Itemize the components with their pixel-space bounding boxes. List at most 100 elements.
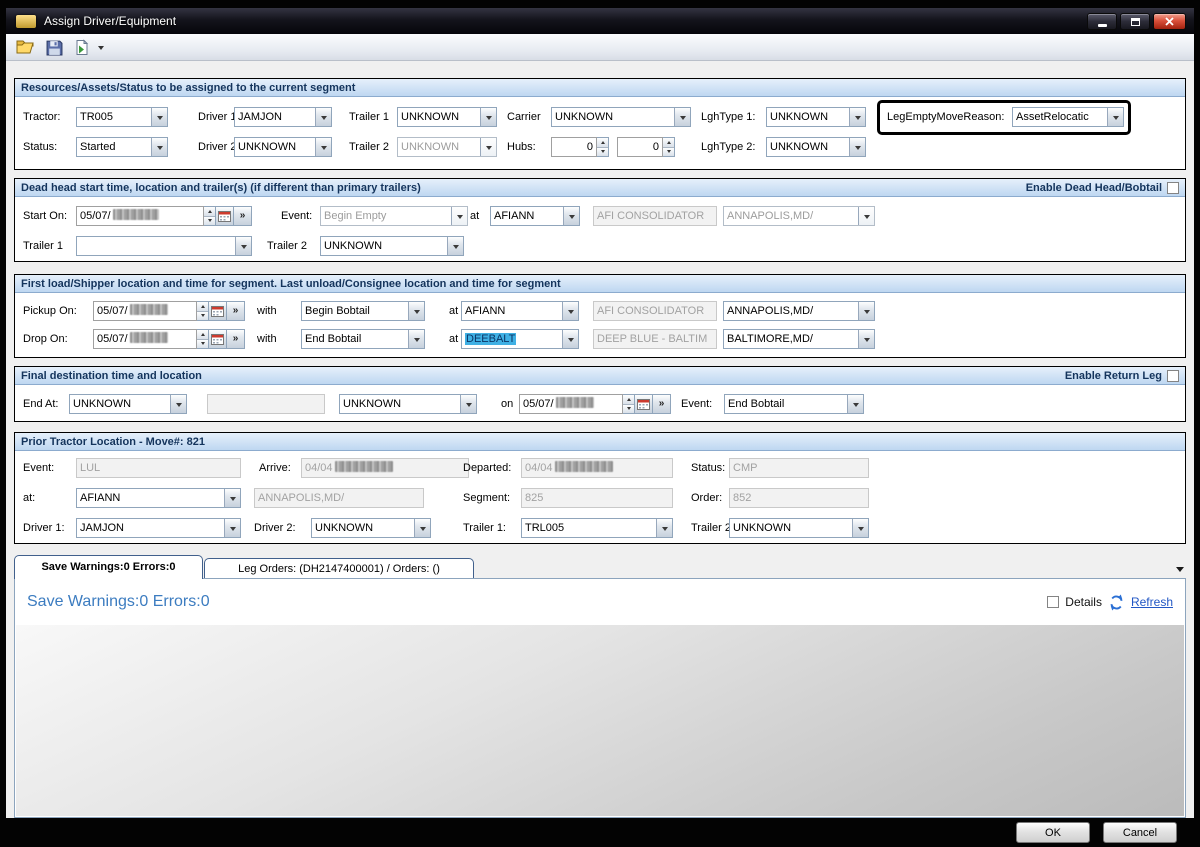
calendar-button[interactable] [209,329,227,349]
tab-save-warnings[interactable]: Save Warnings:0 Errors:0 [14,555,203,579]
hubs2-spinner[interactable]: 0 [617,137,675,157]
prior-trailer1-combo[interactable]: TRL005 [521,518,673,538]
carrier-combo[interactable]: UNKNOWN [551,107,691,127]
pickup-event-combo[interactable]: Begin Bobtail [301,301,425,321]
enable-deadhead-checkbox[interactable] [1167,182,1179,194]
driver2-combo[interactable]: UNKNOWN [234,137,332,157]
chevron-down-icon[interactable] [315,108,331,126]
pickup-location-combo[interactable]: AFIANN [461,301,579,321]
more-dates-button[interactable]: » [227,301,245,321]
refresh-link[interactable]: Refresh [1131,595,1173,609]
chevron-down-icon[interactable] [852,519,868,537]
spin-up-icon[interactable] [197,302,208,311]
end-date[interactable]: 05/07/ » [519,394,671,414]
calendar-button[interactable] [635,394,653,414]
refresh-icon[interactable] [1108,594,1125,611]
chevron-down-icon[interactable] [447,237,463,255]
more-dates-button[interactable]: » [227,329,245,349]
trailer1-combo[interactable]: UNKNOWN [397,107,497,127]
driver1-combo[interactable]: JAMJON [234,107,332,127]
spin-down-icon[interactable] [204,216,215,226]
chevron-down-icon[interactable] [656,519,672,537]
deadhead-location-combo[interactable]: AFIANN [490,206,580,226]
pickup-city-combo[interactable]: ANNAPOLIS,MD/ [723,301,875,321]
chevron-down-icon[interactable] [849,138,865,156]
chevron-down-icon[interactable] [408,302,424,320]
tab-leg-orders[interactable]: Leg Orders: (DH2147400001) / Orders: () [204,558,474,579]
chevron-down-icon[interactable] [563,207,579,225]
end-at-combo[interactable]: UNKNOWN [69,394,187,414]
spin-up-icon[interactable] [623,395,634,404]
close-button[interactable] [1153,13,1186,30]
prior-location-combo[interactable]: AFIANN [76,488,241,508]
drop-event-combo[interactable]: End Bobtail [301,329,425,349]
spin-up-icon[interactable] [197,330,208,339]
chevron-down-icon[interactable] [847,395,863,413]
drop-date[interactable]: 05/07/ » [93,329,245,349]
spin-up-icon[interactable] [204,207,215,216]
status-combo[interactable]: Started [76,137,168,157]
chevron-down-icon[interactable] [849,108,865,126]
ok-button[interactable]: OK [1016,822,1090,843]
pickup-date[interactable]: 05/07/ » [93,301,245,321]
tractor-combo[interactable]: TR005 [76,107,168,127]
minimize-button[interactable] [1087,13,1117,30]
maximize-button[interactable] [1120,13,1150,30]
calendar-button[interactable] [216,206,234,226]
lghtype2-combo[interactable]: UNKNOWN [766,137,866,157]
chevron-down-icon[interactable] [858,302,874,320]
date-value[interactable]: 05/07/ [76,206,204,226]
chevron-down-icon[interactable] [562,330,578,348]
chevron-down-icon[interactable] [235,237,251,255]
chevron-down-icon[interactable] [315,138,331,156]
spin-down-icon[interactable] [597,147,608,157]
chevron-down-icon[interactable] [480,108,496,126]
chevron-down-icon[interactable] [224,489,240,507]
chevron-down-icon[interactable] [858,207,874,225]
new-document-button[interactable] [70,36,94,59]
calendar-button[interactable] [209,301,227,321]
save-button[interactable] [42,36,66,59]
spin-down-icon[interactable] [623,404,634,414]
details-checkbox[interactable] [1047,596,1059,608]
open-button[interactable] [14,36,38,59]
prior-driver1-combo[interactable]: JAMJON [76,518,241,538]
lghtype1-combo[interactable]: UNKNOWN [766,107,866,127]
date-value[interactable]: 05/07/ [519,394,623,414]
deadhead-event-combo[interactable]: Begin Empty [320,206,468,226]
more-dates-button[interactable]: » [234,206,252,226]
date-value[interactable]: 05/07/ [93,329,197,349]
hubs1-spinner[interactable]: 0 [551,137,609,157]
deadhead-city-combo[interactable]: ANNAPOLIS,MD/ [723,206,875,226]
spin-down-icon[interactable] [197,311,208,321]
date-value[interactable]: 05/07/ [93,301,197,321]
legreason-combo[interactable]: AssetRelocatic [1012,107,1124,127]
trailer2-combo[interactable]: UNKNOWN [397,137,497,157]
chevron-down-icon[interactable] [151,108,167,126]
tab-overflow-chevron-icon[interactable] [1176,567,1184,576]
prior-trailer2-combo[interactable]: UNKNOWN [729,518,869,538]
final-city-combo[interactable]: UNKNOWN [339,394,477,414]
drop-city-combo[interactable]: BALTIMORE,MD/ [723,329,875,349]
chevron-down-icon[interactable] [224,519,240,537]
chevron-down-icon[interactable] [858,330,874,348]
chevron-down-icon[interactable] [151,138,167,156]
spin-up-icon[interactable] [663,138,674,147]
chevron-down-icon[interactable] [451,207,467,225]
chevron-down-icon[interactable] [562,302,578,320]
chevron-down-icon[interactable] [1107,108,1123,126]
more-dates-button[interactable]: » [653,394,671,414]
spin-down-icon[interactable] [663,147,674,157]
start-on-date[interactable]: 05/07/ » [76,206,252,226]
chevron-down-icon[interactable] [170,395,186,413]
spin-up-icon[interactable] [597,138,608,147]
chevron-down-icon[interactable] [480,138,496,156]
enable-return-checkbox[interactable] [1167,370,1179,382]
chevron-down-icon[interactable] [674,108,690,126]
drop-location-combo[interactable]: DEEBALT [461,329,579,349]
chevron-down-icon[interactable] [408,330,424,348]
final-event-combo[interactable]: End Bobtail [724,394,864,414]
chevron-down-icon[interactable] [460,395,476,413]
cancel-button[interactable]: Cancel [1103,822,1177,843]
chevron-down-icon[interactable] [414,519,430,537]
